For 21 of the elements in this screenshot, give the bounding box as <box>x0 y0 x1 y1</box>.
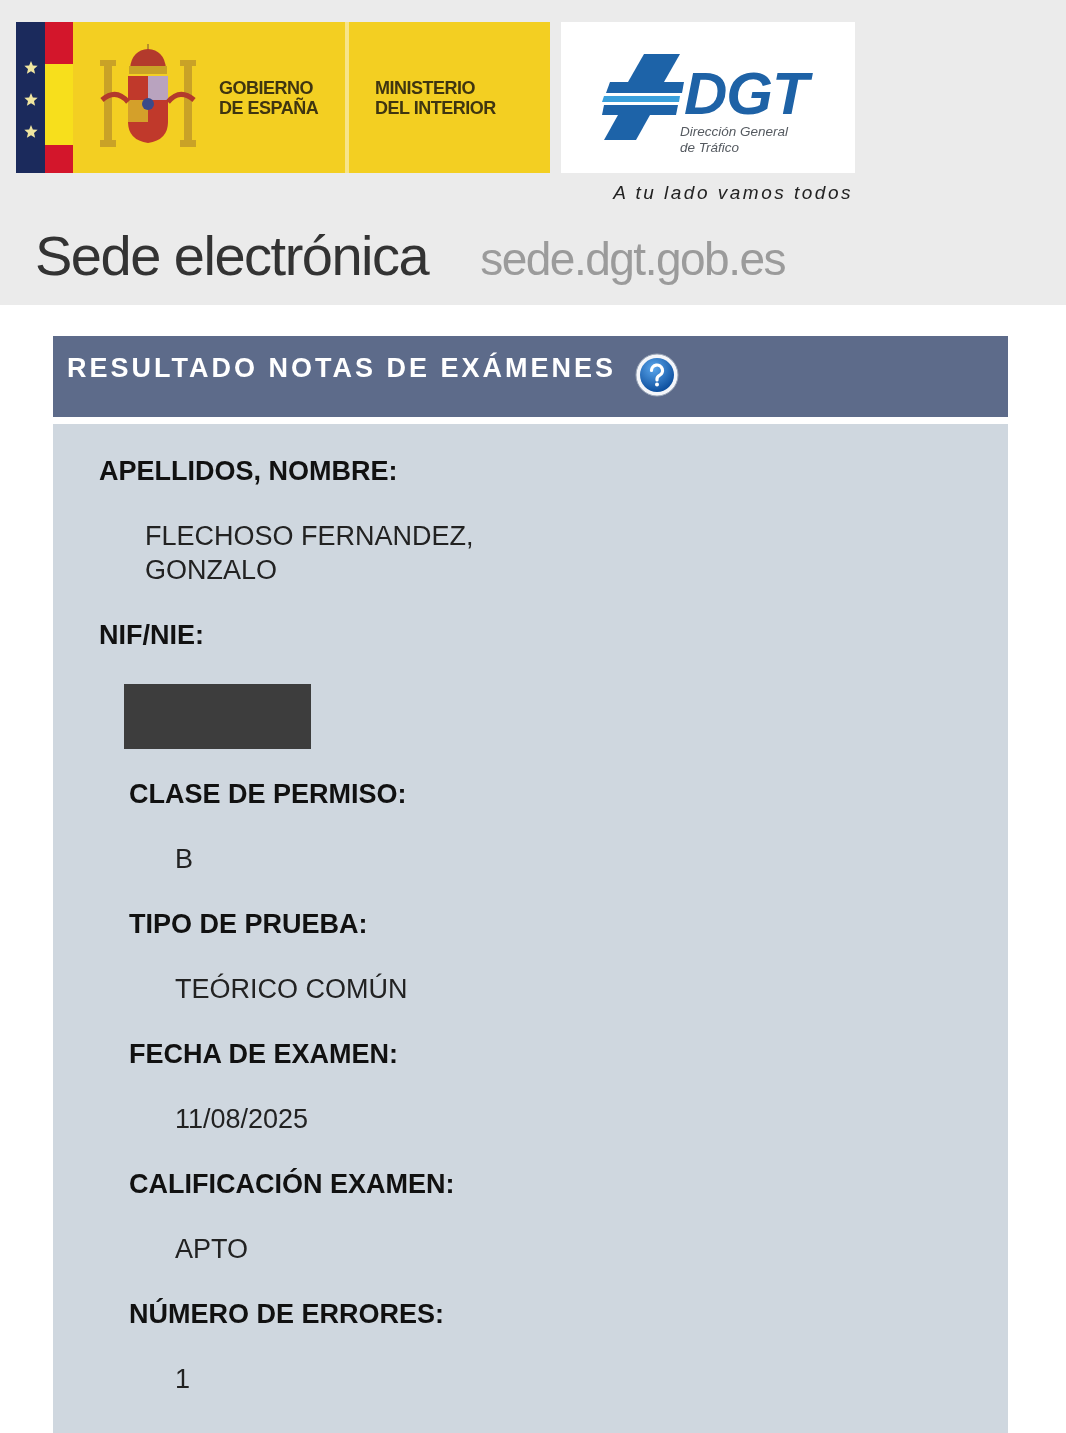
field-value: B <box>175 843 193 876</box>
field-label: FECHA DE EXAMEN: <box>129 1038 398 1071</box>
field-value: 1 <box>175 1363 191 1396</box>
field-label: NIF/NIE: <box>99 619 204 652</box>
field-label: CALIFICACIÓN EXAMEN: <box>129 1167 455 1201</box>
field-value: FLECHOSO FERNANDEZ, GONZALO <box>145 520 475 587</box>
site-url: sede.dgt.gob.es <box>480 232 786 286</box>
field-value: APTO <box>175 1233 249 1266</box>
help-icon[interactable] <box>635 353 680 397</box>
field-value: TEÓRICO COMÚN <box>175 972 408 1006</box>
site-title: Sede electrónica <box>35 226 429 286</box>
flag-icon <box>16 22 73 173</box>
field-label: APELLIDOS, NOMBRE: <box>99 455 398 488</box>
slogan-text: A tu lado vamos todos <box>613 183 854 203</box>
field-label: CLASE DE PERMISO: <box>129 778 407 811</box>
panel-title: RESULTADO NOTAS DE EXÁMENES <box>67 351 617 385</box>
field-value: 11/08/2025 <box>175 1103 309 1136</box>
ministry-name: MINISTERIO DEL INTERIOR <box>375 77 496 118</box>
field-label: TIPO DE PRUEBA: <box>129 908 368 941</box>
field-label: NÚMERO DE ERRORES: <box>129 1297 445 1331</box>
government-name: GOBIERNO DE ESPAÑA <box>219 77 319 118</box>
